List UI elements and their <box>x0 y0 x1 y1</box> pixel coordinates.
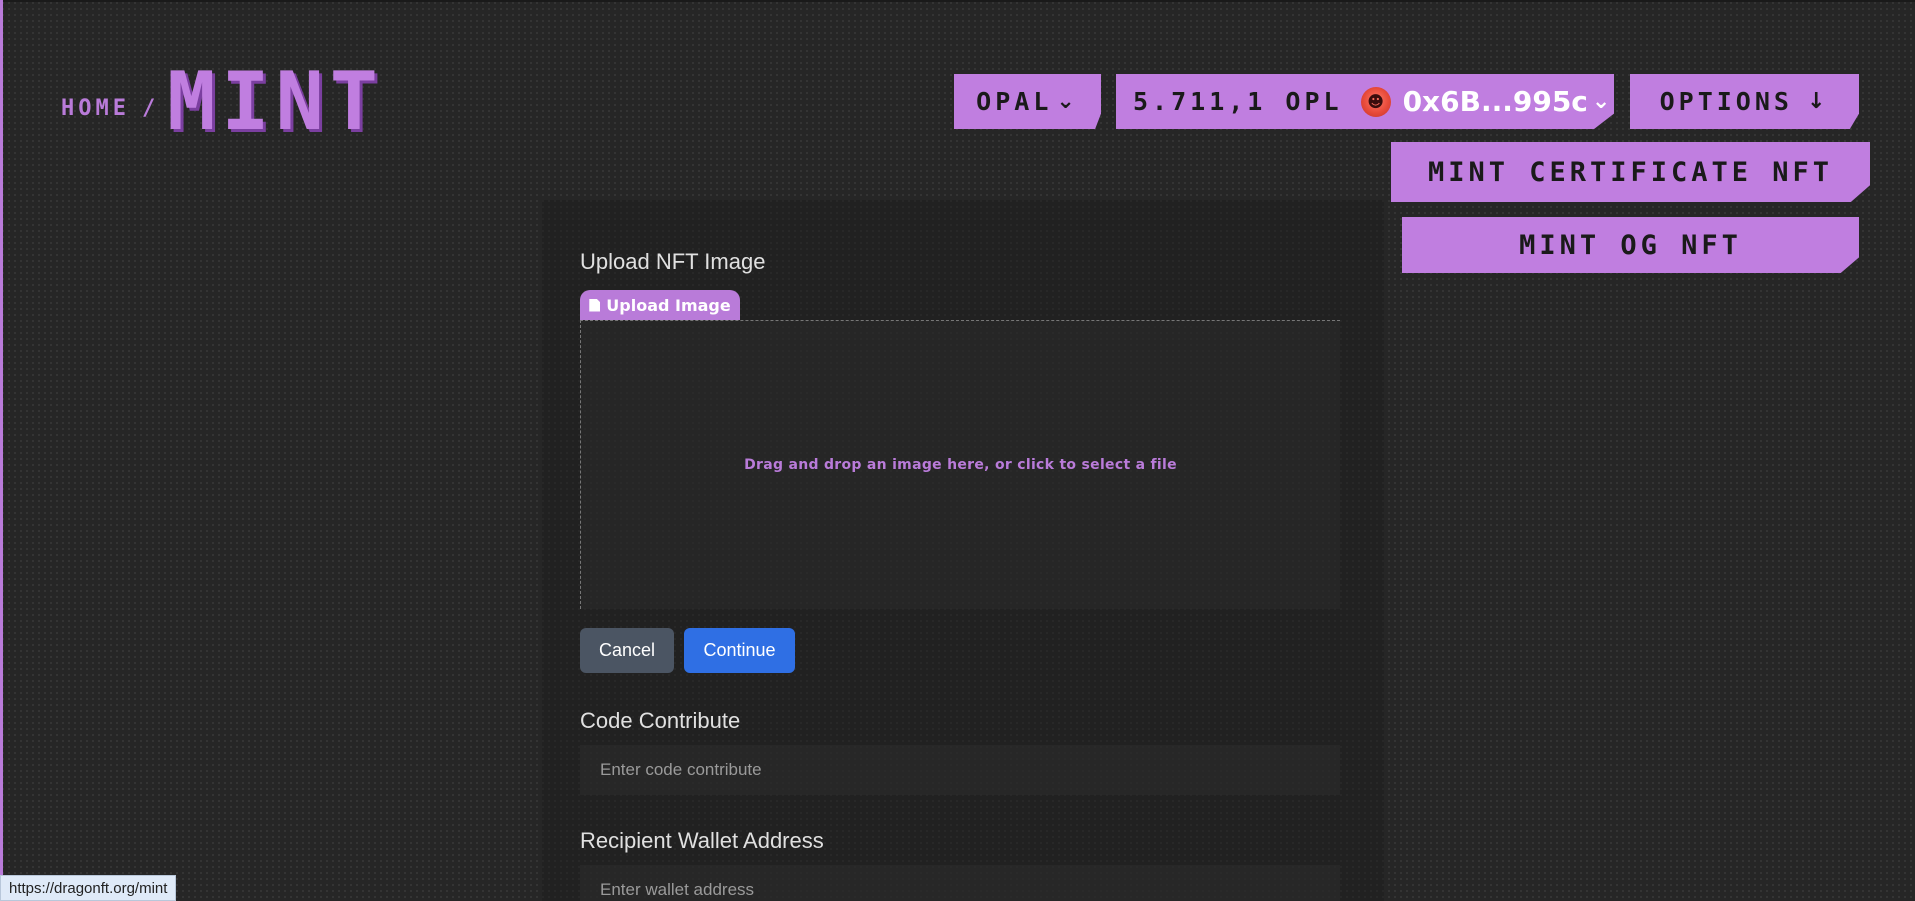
upload-image-tab[interactable]: Upload Image <box>580 290 740 320</box>
recipient-wallet-label: Recipient Wallet Address <box>580 828 824 853</box>
options-button[interactable]: OPTIONS ↓ <box>1630 74 1859 129</box>
page-title: MINT <box>167 55 384 148</box>
network-label: OPAL <box>976 87 1053 116</box>
status-bar-url: https://dragonft.org/mint <box>0 875 177 901</box>
breadcrumb-separator: / <box>141 96 156 121</box>
wallet-address: 0x6B...995c <box>1402 85 1588 118</box>
breadcrumb: HOME / MINT <box>61 62 384 142</box>
image-dropzone[interactable]: Drag and drop an image here, or click to… <box>580 320 1340 609</box>
code-contribute-input[interactable] <box>580 745 1340 795</box>
continue-button[interactable]: Continue <box>684 628 795 673</box>
network-selector[interactable]: OPAL ⌄ <box>954 74 1101 129</box>
document-icon <box>589 298 601 312</box>
wallet-account: ☻ 0x6B...995c ⌄ <box>1360 85 1611 118</box>
dropzone-instructions: Drag and drop an image here, or click to… <box>744 457 1177 473</box>
mint-og-nft-label: MINT OG NFT <box>1519 229 1742 261</box>
breadcrumb-home-link[interactable]: HOME <box>61 98 130 120</box>
chevron-down-icon: ⌄ <box>1591 89 1611 114</box>
window-top-border <box>0 0 1915 2</box>
wallet-button[interactable]: 5.711,1 OPL ☻ 0x6B...995c ⌄ <box>1116 74 1614 129</box>
mint-og-nft-button[interactable]: MINT OG NFT <box>1402 217 1859 273</box>
window-left-border <box>0 0 3 901</box>
code-contribute-label: Code Contribute <box>580 708 741 733</box>
upload-section-label: Upload NFT Image <box>580 249 766 274</box>
upload-image-tab-label: Upload Image <box>606 295 731 315</box>
options-label: OPTIONS <box>1659 87 1793 116</box>
avatar-icon: ☻ <box>1360 86 1391 117</box>
wallet-balance: 5.711,1 OPL <box>1133 87 1343 116</box>
mint-certificate-nft-button[interactable]: MINT CERTIFICATE NFT <box>1391 142 1870 202</box>
recipient-wallet-input[interactable] <box>580 865 1340 901</box>
arrow-down-icon: ↓ <box>1806 89 1830 114</box>
cancel-button[interactable]: Cancel <box>580 628 674 673</box>
chevron-down-icon: ⌄ <box>1056 89 1079 114</box>
mint-certificate-nft-label: MINT CERTIFICATE NFT <box>1427 156 1834 188</box>
